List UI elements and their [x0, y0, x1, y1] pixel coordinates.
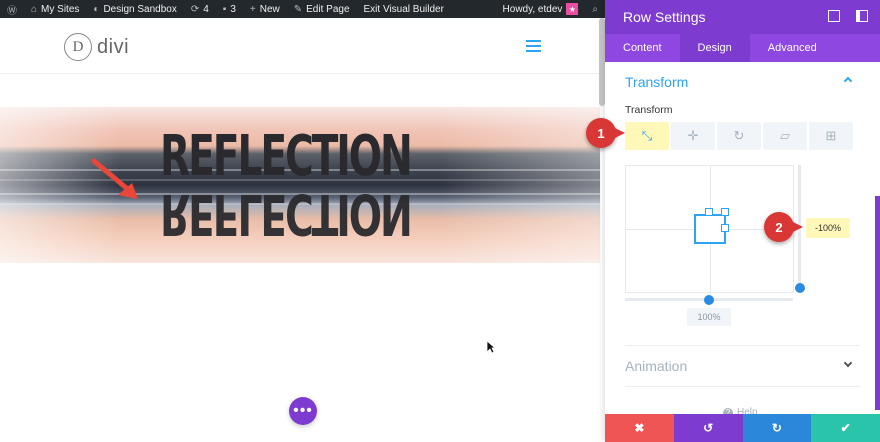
comments-menu[interactable]: ▪ 3 — [216, 0, 243, 18]
annotation-arrow-icon — [91, 158, 138, 199]
account-menu[interactable]: Howdy, etdev ★ — [496, 0, 586, 18]
hero-title-reflection: REFLECTION — [160, 181, 411, 246]
cancel-button[interactable]: ✖ — [605, 414, 674, 442]
scale-y-value[interactable]: -100% — [806, 218, 850, 238]
sites-icon: ⌂ — [31, 3, 38, 15]
skew-tool[interactable]: ▱ — [763, 122, 807, 150]
chevron-down-icon[interactable] — [843, 358, 853, 368]
section-divider — [625, 386, 860, 387]
divi-logo-text[interactable]: divi — [97, 36, 129, 59]
edit-page-link[interactable]: ✎ Edit Page — [287, 0, 357, 18]
mouse-cursor-icon — [486, 340, 496, 354]
tab-design[interactable]: Design — [679, 34, 750, 62]
avatar: ★ — [566, 3, 579, 15]
redo-button[interactable]: ↻ — [742, 414, 812, 442]
row-settings-panel: Row Settings Content Design Advanced Tra… — [605, 0, 880, 442]
admin-search[interactable]: ⌕ — [585, 0, 605, 18]
origin-icon: ⊞ — [825, 128, 837, 143]
site-header: D divi — [0, 18, 600, 74]
transform-tool-tabs: ⤡ ✛ ↻ ▱ ⊞ — [625, 122, 853, 150]
more-dots-icon: ••• — [293, 402, 313, 419]
scale-handle-right[interactable] — [721, 224, 729, 232]
expand-icon[interactable] — [828, 10, 840, 22]
tab-advanced[interactable]: Advanced — [750, 34, 835, 62]
move-icon: ✛ — [687, 128, 699, 143]
wp-admin-bar: Ⓦ ⌂ My Sites ◐ Design Sandbox ⟳ 4 ▪ 3 + … — [0, 0, 605, 18]
transform-section-toggle[interactable]: Transform — [625, 74, 688, 90]
undo-icon: ↺ — [703, 421, 714, 435]
rotate-tool[interactable]: ↻ — [717, 122, 761, 150]
panel-tabs: Content Design Advanced — [605, 34, 880, 62]
visual-builder-screen: Ⓦ ⌂ My Sites ◐ Design Sandbox ⟳ 4 ▪ 3 + … — [0, 0, 880, 442]
pencil-icon: ✎ — [293, 3, 303, 15]
greeting-label: Howdy, etdev — [502, 3, 563, 15]
scale-tool[interactable]: ⤡ — [625, 122, 669, 150]
updates-count: 4 — [203, 3, 209, 15]
new-label: New — [259, 3, 280, 15]
scale-x-knob[interactable] — [704, 295, 714, 305]
hero-title: REFLECTION — [160, 124, 413, 189]
search-icon: ⌕ — [592, 3, 598, 15]
page-settings-button[interactable]: ••• — [289, 397, 317, 425]
callout-badge-2: 2 — [764, 212, 803, 242]
my-sites-label: My Sites — [41, 3, 80, 15]
origin-tool[interactable]: ⊞ — [809, 122, 853, 150]
comments-count: 3 — [230, 3, 236, 15]
dashboard-icon: ◐ — [93, 3, 100, 15]
panel-scrollbar[interactable] — [875, 196, 880, 410]
new-content-menu[interactable]: + New — [243, 0, 287, 18]
rotate-icon: ↻ — [733, 128, 745, 143]
edit-page-label: Edit Page — [306, 3, 350, 15]
skew-icon: ▱ — [780, 128, 790, 143]
transform-label: Transform — [625, 104, 673, 116]
my-sites-menu[interactable]: ⌂ My Sites — [24, 0, 86, 18]
exit-visual-builder-link[interactable]: Exit Visual Builder — [357, 0, 451, 18]
comment-icon: ▪ — [222, 3, 227, 15]
dock-sidebar-icon[interactable] — [856, 10, 868, 22]
scale-handle-corner[interactable] — [721, 208, 729, 216]
scale-x-value[interactable]: 100% — [687, 308, 731, 326]
refresh-icon: ⟳ — [190, 3, 200, 15]
scale-handle-top[interactable] — [705, 208, 713, 216]
panel-title: Row Settings — [623, 9, 706, 25]
scale-y-knob[interactable] — [795, 283, 805, 293]
site-name-menu[interactable]: ◐ Design Sandbox — [86, 0, 183, 18]
plus-icon: + — [249, 3, 256, 15]
panel-footer: ✖ ↺ ↻ ✔ — [605, 414, 880, 442]
undo-button[interactable]: ↺ — [673, 414, 743, 442]
site-name-label: Design Sandbox — [103, 3, 177, 15]
check-icon: ✔ — [840, 421, 851, 435]
exit-builder-label: Exit Visual Builder — [363, 3, 444, 15]
callout-badge-1: 1 — [586, 118, 625, 148]
divi-logo-mark[interactable]: D — [64, 33, 92, 61]
tab-content[interactable]: Content — [605, 34, 680, 62]
menu-icon[interactable] — [526, 40, 541, 52]
wp-logo-menu[interactable]: Ⓦ — [0, 0, 24, 18]
animation-section-toggle[interactable]: Animation — [625, 358, 687, 374]
updates-menu[interactable]: ⟳ 4 — [184, 0, 216, 18]
scale-icon: ⤡ — [641, 128, 653, 143]
redo-icon: ↻ — [771, 421, 782, 435]
chevron-up-icon[interactable] — [843, 76, 853, 86]
section-divider — [625, 345, 860, 346]
close-icon: ✖ — [634, 421, 645, 435]
save-button[interactable]: ✔ — [811, 414, 880, 442]
translate-tool[interactable]: ✛ — [671, 122, 715, 150]
wordpress-icon: Ⓦ — [7, 5, 17, 17]
panel-header: Row Settings — [605, 0, 880, 34]
